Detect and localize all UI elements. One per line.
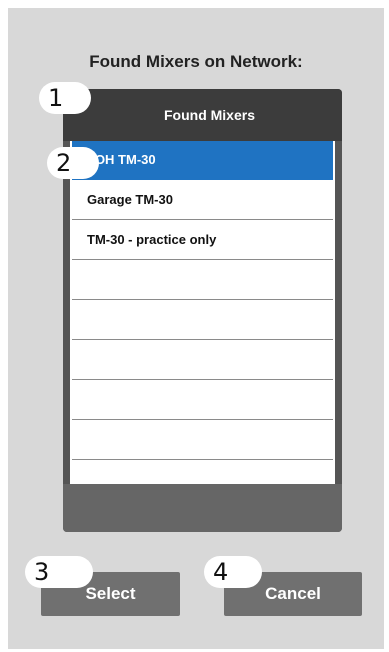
list-item-empty	[72, 301, 333, 340]
list-item-empty	[72, 341, 333, 380]
list-item-empty	[72, 421, 333, 460]
list-header: Found Mixers	[63, 89, 342, 141]
list-item-empty	[72, 381, 333, 420]
list-item-garage-tm-30[interactable]: Garage TM-30	[72, 181, 333, 220]
callout-1: 1	[39, 82, 91, 114]
list-item-tm-30-practice[interactable]: TM-30 - practice only	[72, 221, 333, 260]
list-item-empty	[72, 261, 333, 300]
found-mixers-list: Found Mixers FOH TM-30 Garage TM-30 TM-3…	[63, 89, 342, 532]
dialog-title: Found Mixers on Network:	[89, 52, 303, 71]
mixer-discovery-dialog: Found Mixers on Network: Found Mixers FO…	[8, 8, 384, 649]
list-item-foh-tm-30[interactable]: FOH TM-30	[72, 141, 333, 180]
callout-2: 2	[47, 147, 99, 179]
list-body[interactable]: FOH TM-30 Garage TM-30 TM-30 - practice …	[70, 141, 335, 484]
list-footer	[63, 484, 342, 532]
callout-4: 4	[204, 556, 262, 588]
callout-3: 3	[25, 556, 93, 588]
